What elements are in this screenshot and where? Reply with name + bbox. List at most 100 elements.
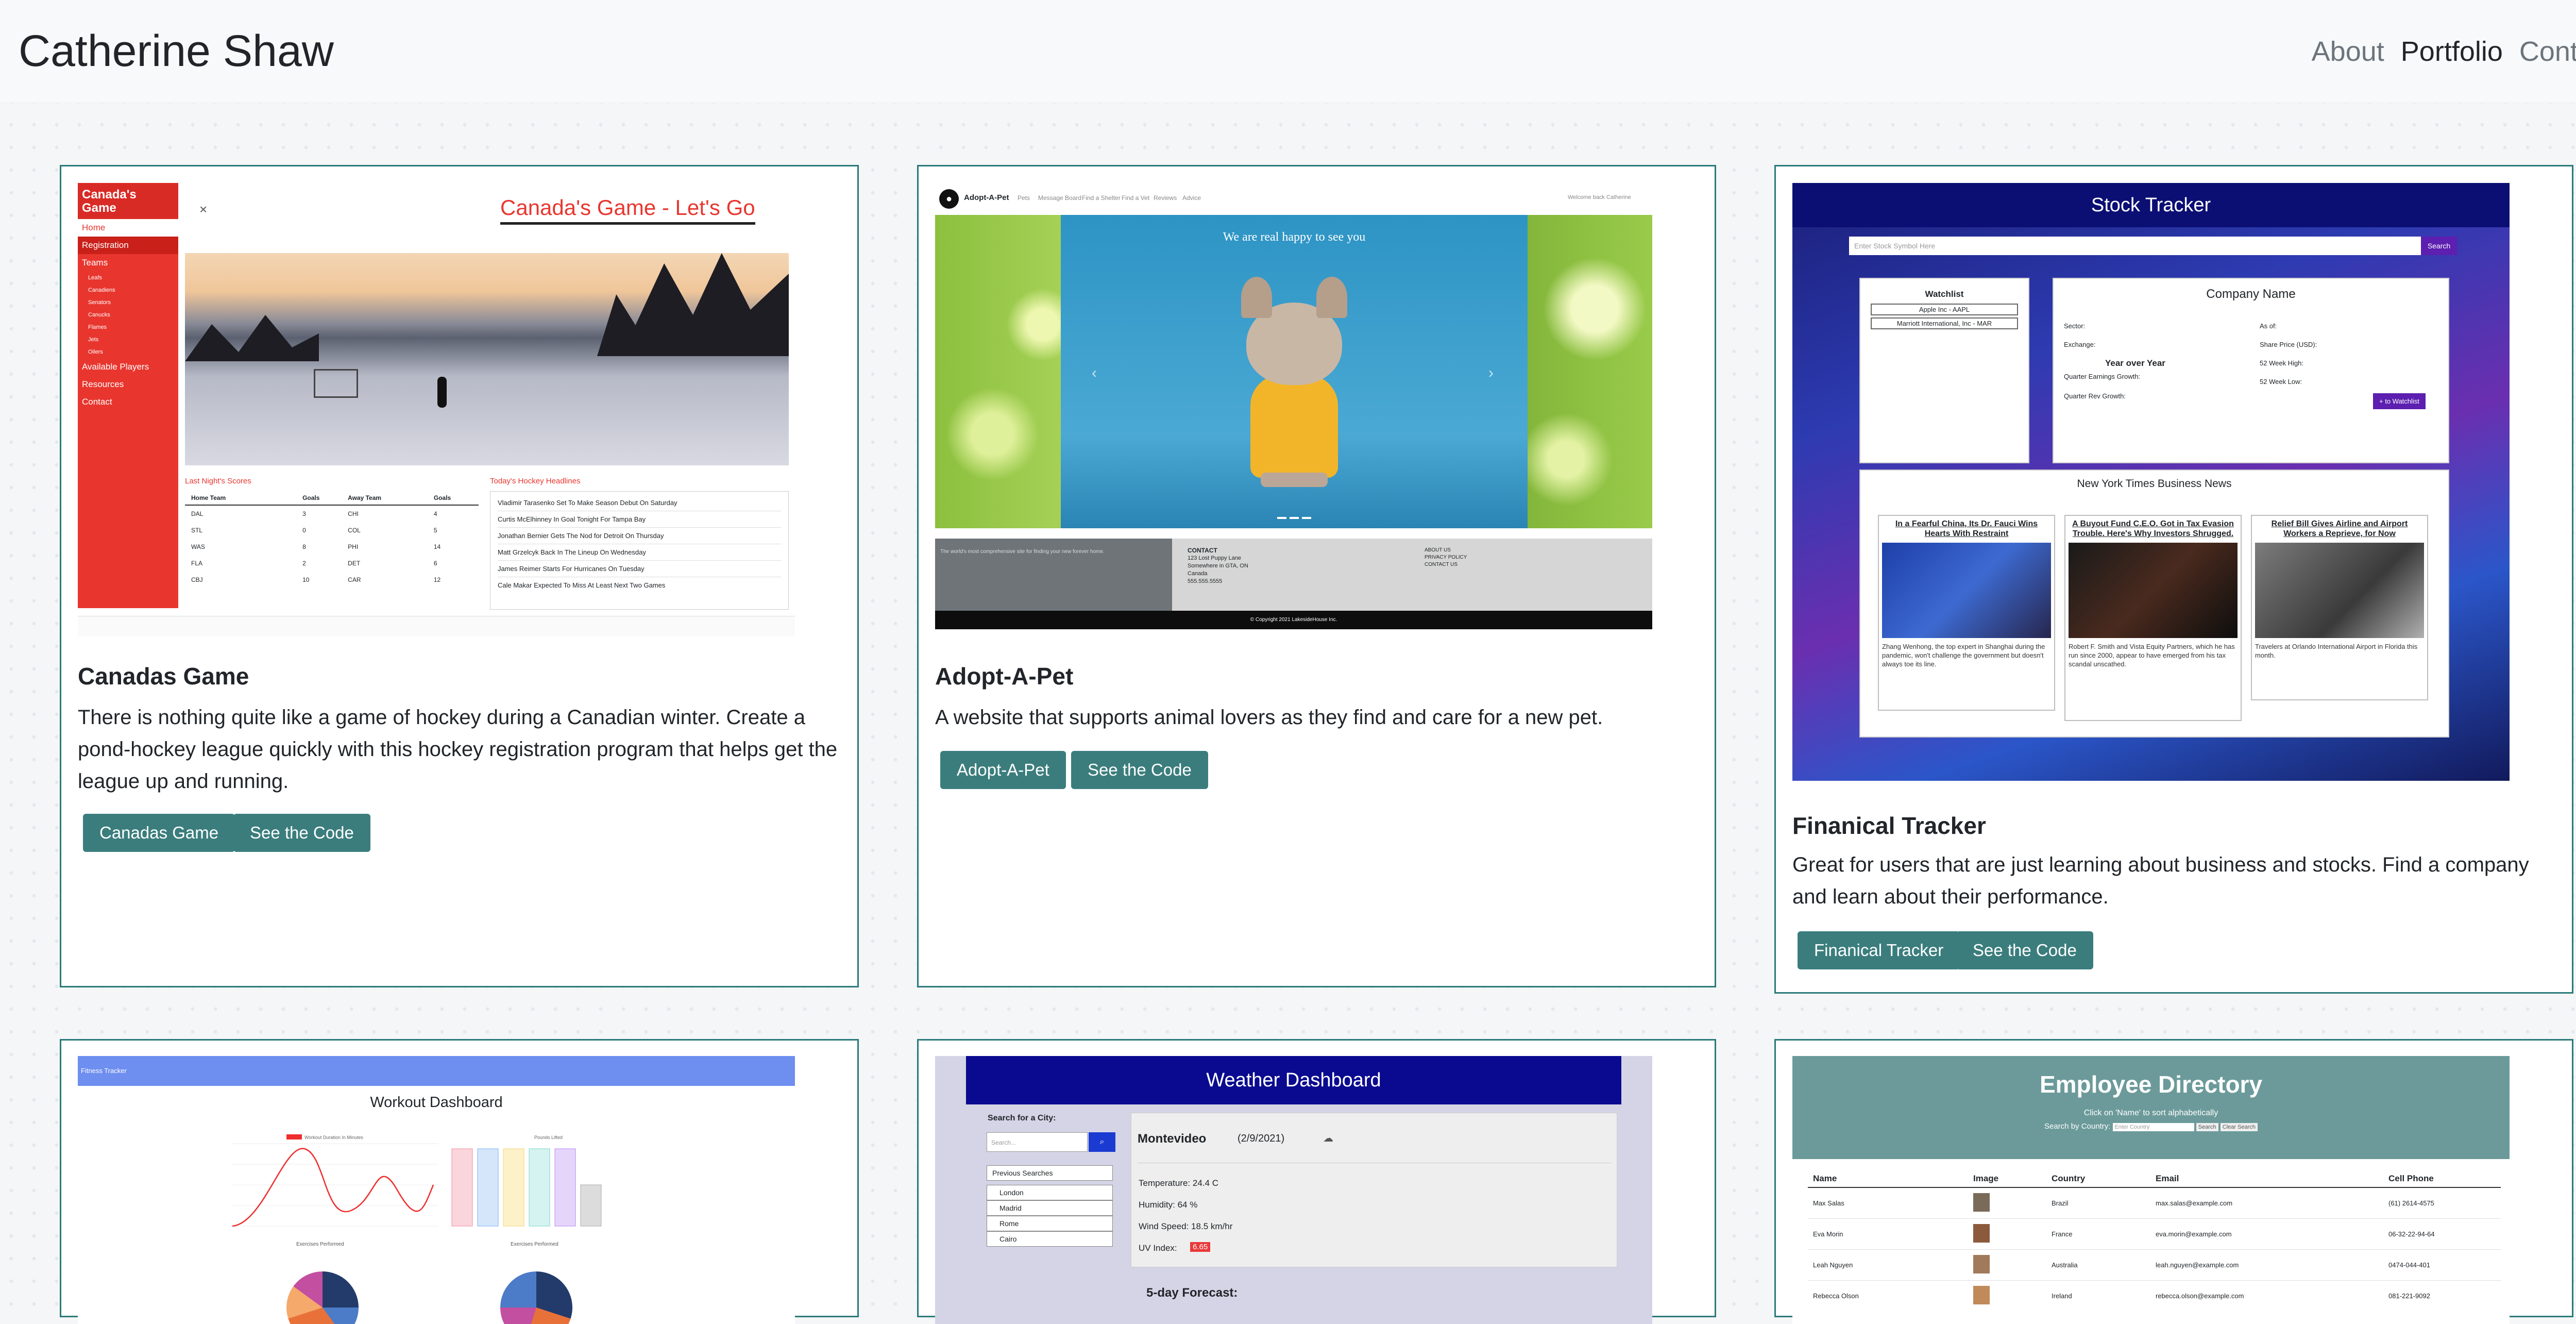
nav-portfolio-link[interactable]: Portfolio bbox=[2401, 36, 2503, 68]
pie-chart bbox=[286, 1271, 359, 1324]
directory-clear-button[interactable]: Clear Search bbox=[2220, 1123, 2258, 1131]
news-image bbox=[2255, 543, 2424, 638]
table-cell: 14 bbox=[433, 543, 441, 550]
table-row: DAL 3 CHI 4 bbox=[185, 505, 479, 522]
cg-menu-teams: Teams bbox=[82, 258, 108, 267]
news-card[interactable]: Relief Bill Gives Airline and Airport Wo… bbox=[2251, 515, 2428, 700]
stock-search-input[interactable]: Enter Stock Symbol Here bbox=[1849, 237, 2421, 255]
nav-about-link[interactable]: About bbox=[2312, 36, 2384, 68]
pet-copyright: © Copyright 2021 LakesideHouse Inc. bbox=[1250, 617, 1337, 623]
avatar bbox=[1973, 1224, 1990, 1243]
table-cell: STL bbox=[191, 527, 203, 534]
cg-team: Canucks bbox=[88, 312, 110, 318]
dog-ear-right bbox=[1316, 277, 1347, 318]
add-watchlist-button[interactable]: + to Watchlist bbox=[2373, 393, 2426, 409]
news-card[interactable]: In a Fearful China, Its Dr. Fauci Wins H… bbox=[1878, 515, 2055, 711]
weather-search-button[interactable]: ⌕ bbox=[1089, 1132, 1115, 1152]
adopt-a-pet-screenshot[interactable]: ● Adopt-A-Pet Pets Message Board Find a … bbox=[935, 183, 1652, 629]
pet-nav-item: Message Board bbox=[1038, 194, 1082, 202]
pet-contact-line: 123 Lost Puppy Lane bbox=[1188, 555, 1241, 561]
watchlist-title: Watchlist bbox=[1925, 289, 1964, 299]
city-button[interactable]: Cairo bbox=[987, 1231, 1113, 1247]
watchlist-item[interactable]: Apple Inc - AAPL bbox=[1871, 304, 2018, 315]
cg-team: Jets bbox=[88, 337, 99, 343]
weather-search-input[interactable]: Search... bbox=[987, 1132, 1088, 1152]
watchlist-item[interactable]: Marriott International, Inc - MAR bbox=[1871, 317, 2018, 329]
news-headline: In a Fearful China, Its Dr. Fauci Wins H… bbox=[1895, 519, 2038, 538]
directory-hint: Click on 'Name' to sort alphabetically bbox=[2083, 1109, 2218, 1117]
project-title: Adopt-A-Pet bbox=[935, 663, 1074, 690]
table-row: Home Team Goals Away Team Goals bbox=[185, 491, 479, 505]
directory-search-button[interactable]: Search bbox=[2196, 1123, 2218, 1131]
cg-headlines: Vladimir Tarasenko Set To Make Season De… bbox=[490, 491, 789, 610]
carousel-next-icon[interactable]: › bbox=[1488, 364, 1494, 382]
news-caption: Zhang Wenhong, the top expert in Shangha… bbox=[1882, 643, 2045, 668]
fitness-header-title: Fitness Tracker bbox=[81, 1067, 127, 1075]
news-title: New York Times Business News bbox=[2077, 478, 2232, 490]
nav-links: About Portfolio Contact bbox=[2312, 36, 2576, 68]
table-cell: 4 bbox=[433, 510, 437, 517]
dog-body bbox=[1250, 375, 1338, 478]
demo-button[interactable]: Finanical Tracker bbox=[1798, 931, 1960, 969]
current-weather-panel: Montevideo (2/9/2021) ☁ Temperature: 24.… bbox=[1131, 1113, 1617, 1267]
news-headline: Relief Bill Gives Airline and Airport Wo… bbox=[2271, 519, 2408, 538]
demo-button[interactable]: Canadas Game bbox=[83, 814, 235, 852]
demo-button[interactable]: Adopt-A-Pet bbox=[940, 751, 1066, 789]
city-button[interactable]: Madrid bbox=[987, 1200, 1113, 1216]
code-button[interactable]: See the Code bbox=[233, 814, 370, 852]
project-card-adopt-a-pet: ● Adopt-A-Pet Pets Message Board Find a … bbox=[917, 165, 1716, 987]
brand-name[interactable]: Catherine Shaw bbox=[19, 26, 334, 77]
headline-item: Curtis McElhinney In Goal Tonight For Ta… bbox=[498, 511, 781, 528]
pet-contact: CONTACT 123 Lost Puppy Lane Somewhere in… bbox=[1188, 547, 1248, 585]
pet-footer-blurb: The world's most comprehensive site for … bbox=[935, 539, 1172, 611]
column-header: Country bbox=[2052, 1174, 2086, 1183]
fitness-tracker-screenshot[interactable]: Fitness Tracker Workout Dashboard Workou… bbox=[78, 1056, 795, 1324]
company-field: Quarter Rev Growth: bbox=[2064, 392, 2126, 400]
uv-badge: 6.65 bbox=[1190, 1242, 1211, 1252]
carousel-indicators[interactable] bbox=[1277, 517, 1311, 519]
table-cell: leah.nguyen@example.com bbox=[2156, 1261, 2239, 1269]
project-description: There is nothing quite like a game of ho… bbox=[78, 706, 838, 793]
column-header-name[interactable]: Name bbox=[1808, 1170, 1973, 1187]
nav-contact-link[interactable]: Contact bbox=[2519, 36, 2576, 68]
employee-directory-screenshot[interactable]: Employee Directory Click on 'Name' to so… bbox=[1792, 1056, 2510, 1324]
pet-contact-line: Somewhere in GTA, ON bbox=[1188, 563, 1248, 569]
table-cell: DAL bbox=[191, 510, 204, 517]
city-button[interactable]: Rome bbox=[987, 1216, 1113, 1231]
table-cell: (61) 2614-4575 bbox=[2388, 1199, 2434, 1207]
table-cell: 2 bbox=[302, 560, 306, 567]
column-header: Cell Phone bbox=[2388, 1174, 2434, 1183]
table-row: Name Image Country Email Cell Phone bbox=[1808, 1170, 2501, 1187]
cg-menu-home: Home bbox=[78, 219, 178, 237]
table-cell: CHI bbox=[348, 510, 359, 517]
canadas-game-screenshot[interactable]: Canada's Game Home Registration Teams Le… bbox=[78, 183, 795, 636]
city-button[interactable]: London bbox=[987, 1185, 1113, 1200]
cg-team: Senators bbox=[88, 299, 111, 306]
table-row: CBJ 10 CAR 12 bbox=[185, 572, 479, 588]
table-cell: 06-32-22-94-64 bbox=[2388, 1230, 2435, 1238]
fitness-header: Fitness Tracker bbox=[78, 1056, 795, 1086]
pet-footer-links: ABOUT US PRIVACY POLICY CONTACT US bbox=[1425, 547, 1467, 568]
company-field: Exchange: bbox=[2064, 341, 2096, 348]
code-button[interactable]: See the Code bbox=[1071, 751, 1208, 789]
paw-icon: ● bbox=[939, 189, 959, 209]
project-description: Great for users that are just learning a… bbox=[1792, 853, 2529, 908]
stock-search-button[interactable]: Search bbox=[2421, 237, 2457, 255]
table-row: FLA 2 DET 6 bbox=[185, 555, 479, 572]
project-card-weather-dashboard: Weather Dashboard Search for a City: Sea… bbox=[917, 1039, 1716, 1324]
carousel-prev-icon[interactable]: ‹ bbox=[1092, 364, 1097, 382]
news-card[interactable]: A Buyout Fund C.E.O. Got in Tax Evasion … bbox=[2064, 515, 2242, 721]
pet-hero-text: We are real happy to see you bbox=[1223, 230, 1366, 244]
table-cell: PHI bbox=[348, 543, 359, 550]
project-card-fitness-tracker: Fitness Tracker Workout Dashboard Workou… bbox=[60, 1039, 859, 1324]
avatar bbox=[1973, 1285, 1990, 1304]
stock-tracker-screenshot[interactable]: Stock Tracker Enter Stock Symbol Here Se… bbox=[1792, 183, 2510, 781]
directory-search-input[interactable]: Enter Country bbox=[2112, 1123, 2194, 1131]
code-button[interactable]: See the Code bbox=[1956, 931, 2093, 969]
pet-footer-blurb-text: The world's most comprehensive site for … bbox=[940, 549, 1105, 555]
weather-dashboard-screenshot[interactable]: Weather Dashboard Search for a City: Sea… bbox=[935, 1056, 1652, 1324]
table-cell: Brazil bbox=[2052, 1199, 2069, 1207]
table-cell: 8 bbox=[302, 543, 306, 550]
table-cell: DET bbox=[348, 560, 361, 567]
pet-contact-line: Canada bbox=[1188, 571, 1208, 577]
